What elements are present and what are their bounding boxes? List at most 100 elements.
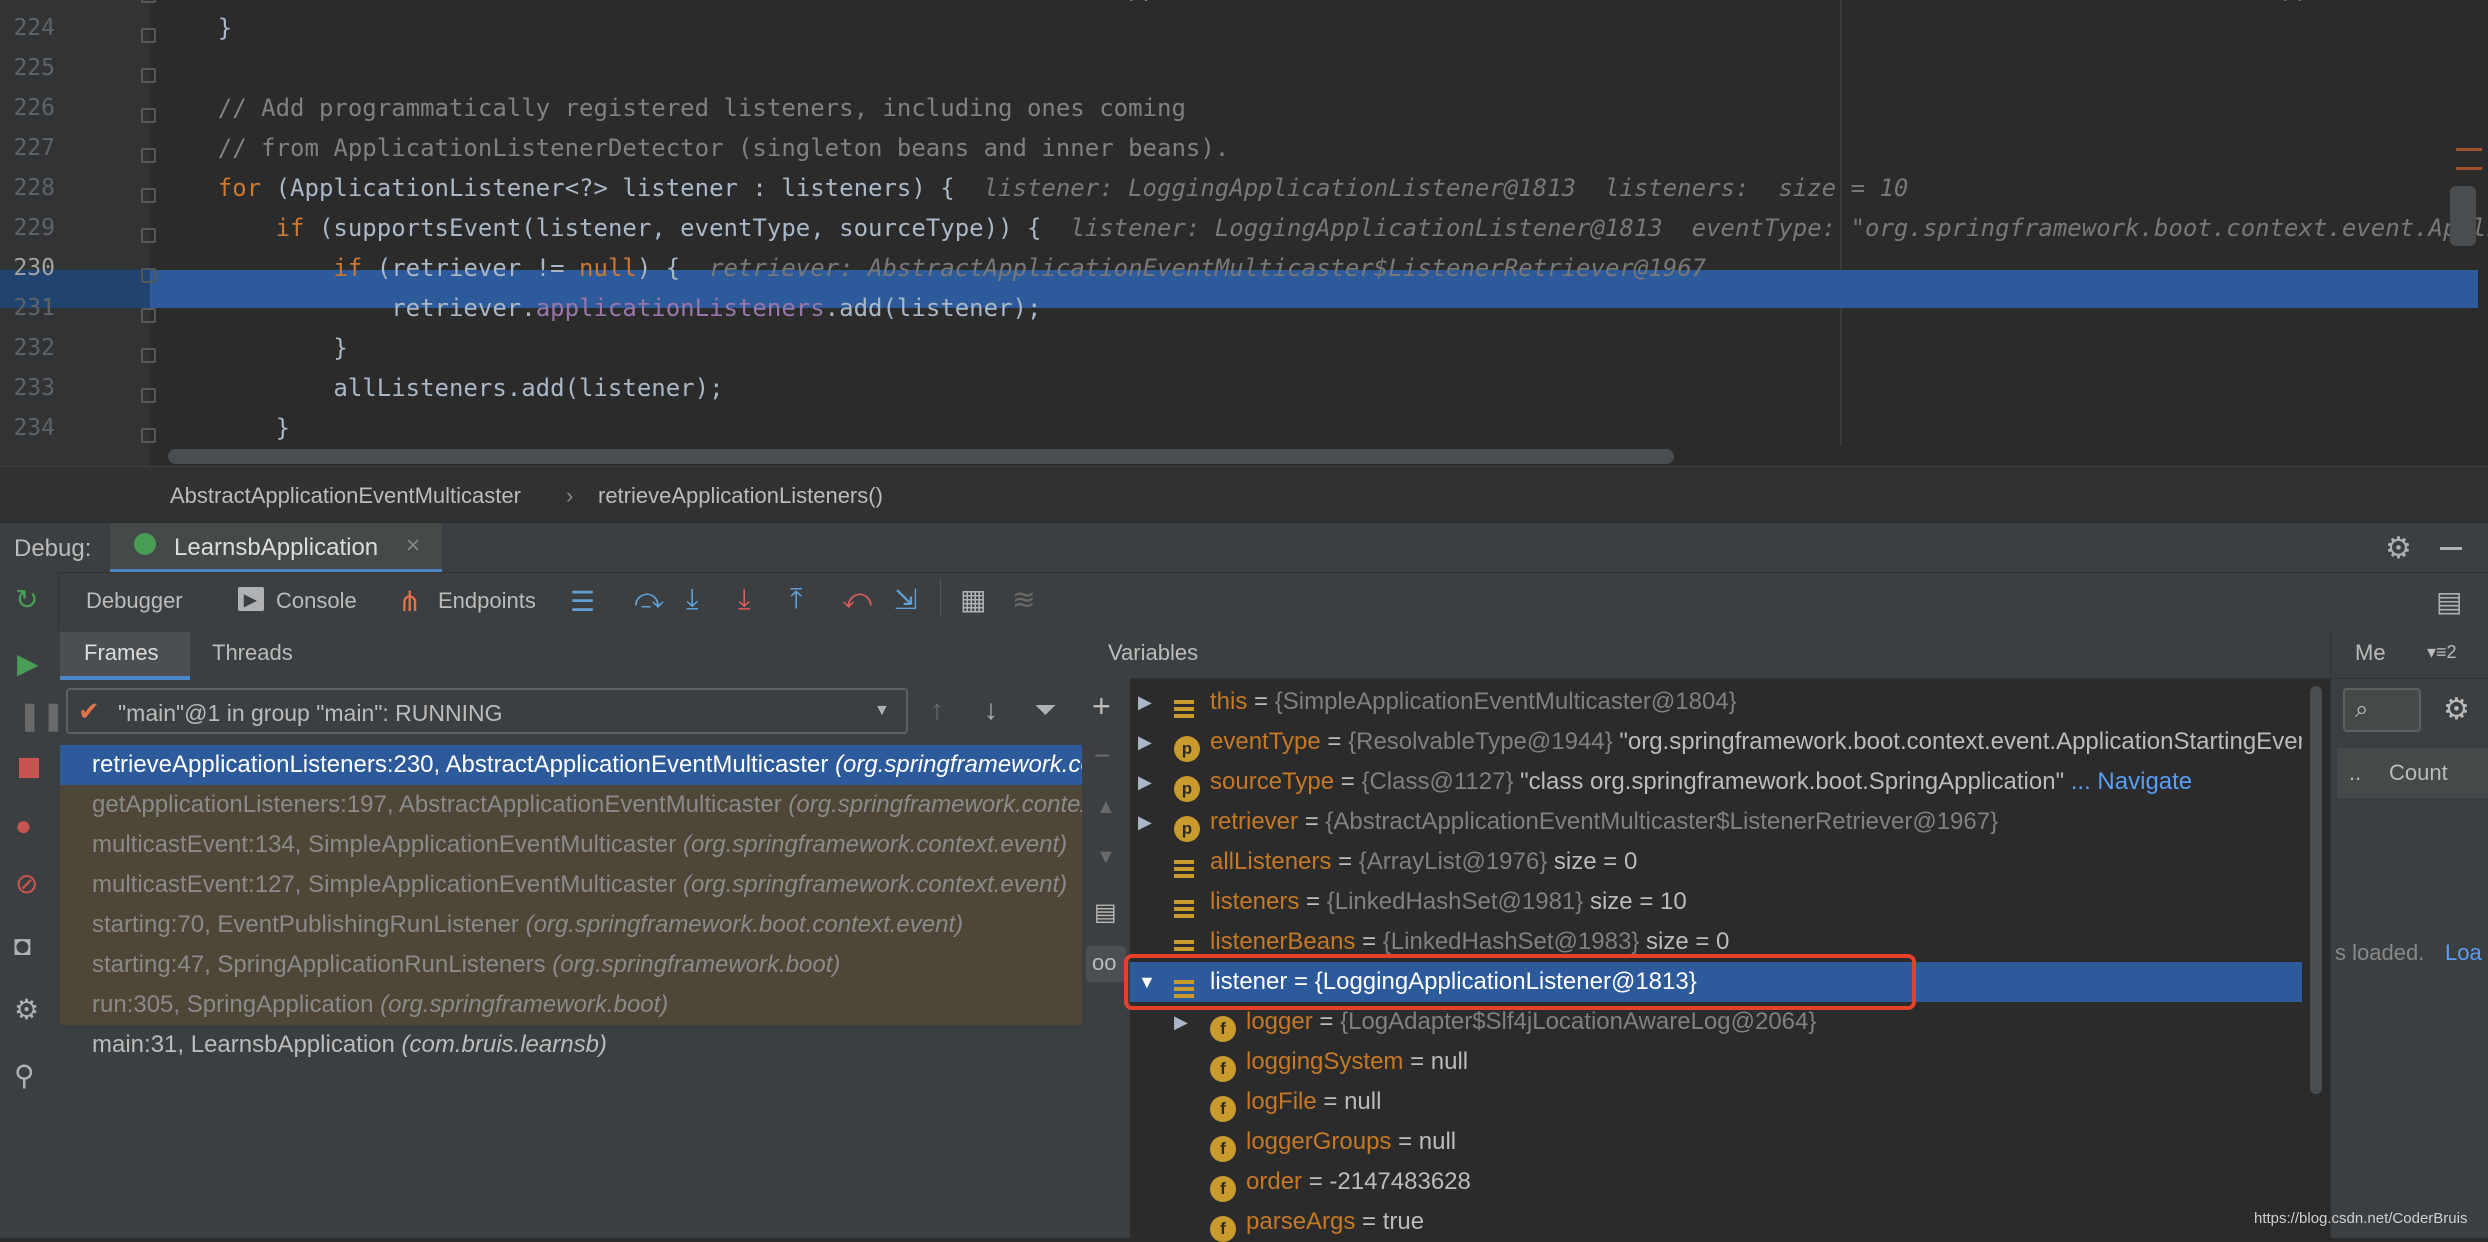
rerun-icon[interactable]: ↻: [15, 586, 38, 614]
frame-row[interactable]: getApplicationListeners:197, AbstractApp…: [60, 785, 1082, 825]
code-line[interactable]: }: [160, 414, 290, 442]
expand-arrow-icon[interactable]: ▶: [1138, 762, 1152, 802]
line-number: 234: [13, 415, 55, 441]
check-icon: ✔: [78, 696, 100, 726]
tab-threads[interactable]: Threads: [212, 640, 293, 666]
drop-frame-icon[interactable]: ⤺: [842, 583, 872, 616]
new-watch-icon[interactable]: +: [1092, 688, 1111, 725]
variable-row[interactable]: f loggerGroups = null: [1130, 1122, 2302, 1162]
expand-arrow-icon[interactable]: ▶: [1138, 722, 1152, 762]
code-line[interactable]: if (retriever != null) { retriever: Abst…: [160, 254, 1706, 282]
mute-breakpoints-icon[interactable]: ⊘: [15, 870, 38, 898]
variable-row[interactable]: ▶ this = {SimpleApplicationEventMulticast…: [1130, 682, 2302, 722]
frame-package: (org.springframework.context.event): [788, 791, 1082, 818]
code-line[interactable]: // Add programmatically registered liste…: [160, 94, 1186, 122]
stop-icon[interactable]: [19, 758, 39, 778]
frame-row[interactable]: main:31, LearnsbApplication (com.bruis.l…: [60, 1025, 1082, 1065]
editor-horizontal-scrollbar[interactable]: [168, 449, 1674, 464]
step-into-icon[interactable]: ⤓: [686, 583, 698, 616]
fold-marker-icon[interactable]: [141, 108, 156, 123]
glasses-icon: oo: [1092, 950, 1117, 975]
fold-marker-icon[interactable]: [141, 228, 156, 243]
code-editor[interactable]: 223 listenerBeans = new LinkedHashSet<>(…: [0, 0, 2488, 466]
fold-marker-icon[interactable]: [141, 428, 156, 443]
count-column-header[interactable]: Count: [2389, 760, 2448, 786]
variables-scrollbar[interactable]: [2310, 686, 2322, 1094]
evaluate-expression-icon[interactable]: ▦: [960, 583, 986, 616]
camera-icon[interactable]: ◘: [14, 932, 31, 960]
variables-title: Variables: [1108, 640, 1199, 665]
load-classes-link[interactable]: Loa: [2445, 940, 2482, 966]
code-line[interactable]: // from ApplicationListenerDetector (sin…: [160, 134, 1229, 162]
minimize-icon[interactable]: [2440, 547, 2462, 550]
filter-icon[interactable]: ⏷: [1034, 694, 1056, 727]
resume-icon[interactable]: ▶: [17, 650, 39, 678]
frame-row[interactable]: multicastEvent:127, SimpleApplicationEve…: [60, 865, 1082, 905]
frame-row[interactable]: starting:47, SpringApplicationRunListene…: [60, 945, 1082, 985]
variable-row[interactable]: f loggingSystem = null: [1130, 1042, 2302, 1082]
tab-frames[interactable]: Frames: [60, 632, 190, 680]
code-line[interactable]: retriever.applicationListeners.add(liste…: [160, 294, 1041, 322]
pin-icon[interactable]: ⚲: [14, 1062, 35, 1090]
code-line[interactable]: if (supportsEvent(listener, eventType, s…: [160, 214, 2488, 242]
fold-marker-icon[interactable]: [141, 308, 156, 323]
variables-header: Variables: [1082, 630, 2330, 679]
show-watches-button[interactable]: oo: [1086, 946, 1126, 982]
step-over-icon[interactable]: ⤼: [634, 583, 664, 616]
code-line[interactable]: for (ApplicationListener<?> listener : l…: [160, 174, 1909, 202]
thread-selector-dropdown[interactable]: ✔ "main"@1 in group "main": RUNNING ▼: [66, 688, 908, 734]
tab-console[interactable]: Console: [276, 588, 357, 614]
close-tab-icon[interactable]: ×: [406, 532, 420, 560]
tab-endpoints[interactable]: Endpoints: [438, 588, 536, 614]
variable-row[interactable]: ▶ p retriever = {AbstractApplicationEventM…: [1130, 802, 2302, 842]
memory-tab[interactable]: Me: [2355, 640, 2395, 666]
fold-marker-icon[interactable]: [141, 0, 156, 3]
breadcrumb-class[interactable]: AbstractApplicationEventMulticaster: [170, 483, 521, 509]
variable-row[interactable]: f logFile = null: [1130, 1082, 2302, 1122]
editor-vertical-scrollbar[interactable]: [2450, 186, 2476, 246]
memory-options-icon[interactable]: ▾≡2: [2427, 642, 2457, 663]
settings-gear-icon[interactable]: ⚙: [2385, 531, 2412, 566]
variable-row[interactable]: allListeners = {ArrayList@1976} size = 0: [1130, 842, 2302, 882]
navigate-link[interactable]: ... Navigate: [2064, 768, 2192, 795]
class-column-header[interactable]: ..: [2349, 760, 2361, 786]
variable-row[interactable]: listeners = {LinkedHashSet@1981} size = …: [1130, 882, 2302, 922]
breadcrumb-method[interactable]: retrieveApplicationListeners(): [598, 483, 883, 509]
step-out-icon[interactable]: ⤒: [790, 583, 802, 616]
variable-row[interactable]: f order = -2147483628: [1130, 1162, 2302, 1202]
frame-row[interactable]: retrieveApplicationListeners:230, Abstra…: [60, 745, 1082, 785]
fold-marker-icon[interactable]: [141, 148, 156, 163]
variable-row[interactable]: ▶ p sourceType = {Class@1127} "class org.s…: [1130, 762, 2302, 802]
debug-session-tab[interactable]: LearnsbApplication ×: [110, 523, 442, 573]
variable-row[interactable]: ▶ p eventType = {ResolvableType@1944} "org…: [1130, 722, 2302, 762]
variable-text: listeners = {LinkedHashSet@1981} size = …: [1210, 882, 1687, 922]
fold-marker-icon[interactable]: [141, 68, 156, 83]
settings-icon[interactable]: ⚙: [14, 996, 39, 1024]
fold-marker-icon[interactable]: [141, 388, 156, 403]
frame-row[interactable]: run:305, SpringApplication (org.springfr…: [60, 985, 1082, 1025]
run-to-cursor-icon[interactable]: ⇲: [894, 583, 917, 616]
frame-row[interactable]: starting:70, EventPublishingRunListener …: [60, 905, 1082, 945]
memory-settings-gear-icon[interactable]: ⚙: [2443, 692, 2470, 727]
fold-marker-icon[interactable]: [141, 188, 156, 203]
code-line[interactable]: }: [160, 334, 347, 362]
next-frame-icon[interactable]: ↓: [984, 694, 998, 726]
variable-row[interactable]: f parseArgs = true: [1130, 1202, 2302, 1242]
tab-debugger[interactable]: Debugger: [86, 588, 183, 614]
force-step-into-icon[interactable]: ⤓: [738, 583, 750, 616]
code-line[interactable]: listenerBeans = new LinkedHashSet<>(this…: [160, 0, 2488, 2]
code-token: applicationListeners: [535, 294, 825, 322]
expand-arrow-icon[interactable]: ▶: [1138, 802, 1152, 842]
code-line[interactable]: allListeners.add(listener);: [160, 374, 723, 402]
code-line[interactable]: }: [160, 14, 232, 42]
view-breakpoints-icon[interactable]: ●: [15, 812, 32, 840]
expand-arrow-icon[interactable]: ▶: [1138, 682, 1152, 722]
show-execution-point-icon[interactable]: ☰: [570, 585, 595, 618]
copy-icon[interactable]: ▤: [1094, 898, 1117, 927]
frame-row[interactable]: multicastEvent:134, SimpleApplicationEve…: [60, 825, 1082, 865]
layout-settings-icon[interactable]: ▤: [2436, 585, 2462, 618]
fold-marker-icon[interactable]: [141, 348, 156, 363]
fold-marker-icon[interactable]: [141, 28, 156, 43]
fold-marker-icon[interactable]: [141, 268, 156, 283]
memory-search-input[interactable]: ⌕: [2343, 688, 2421, 732]
